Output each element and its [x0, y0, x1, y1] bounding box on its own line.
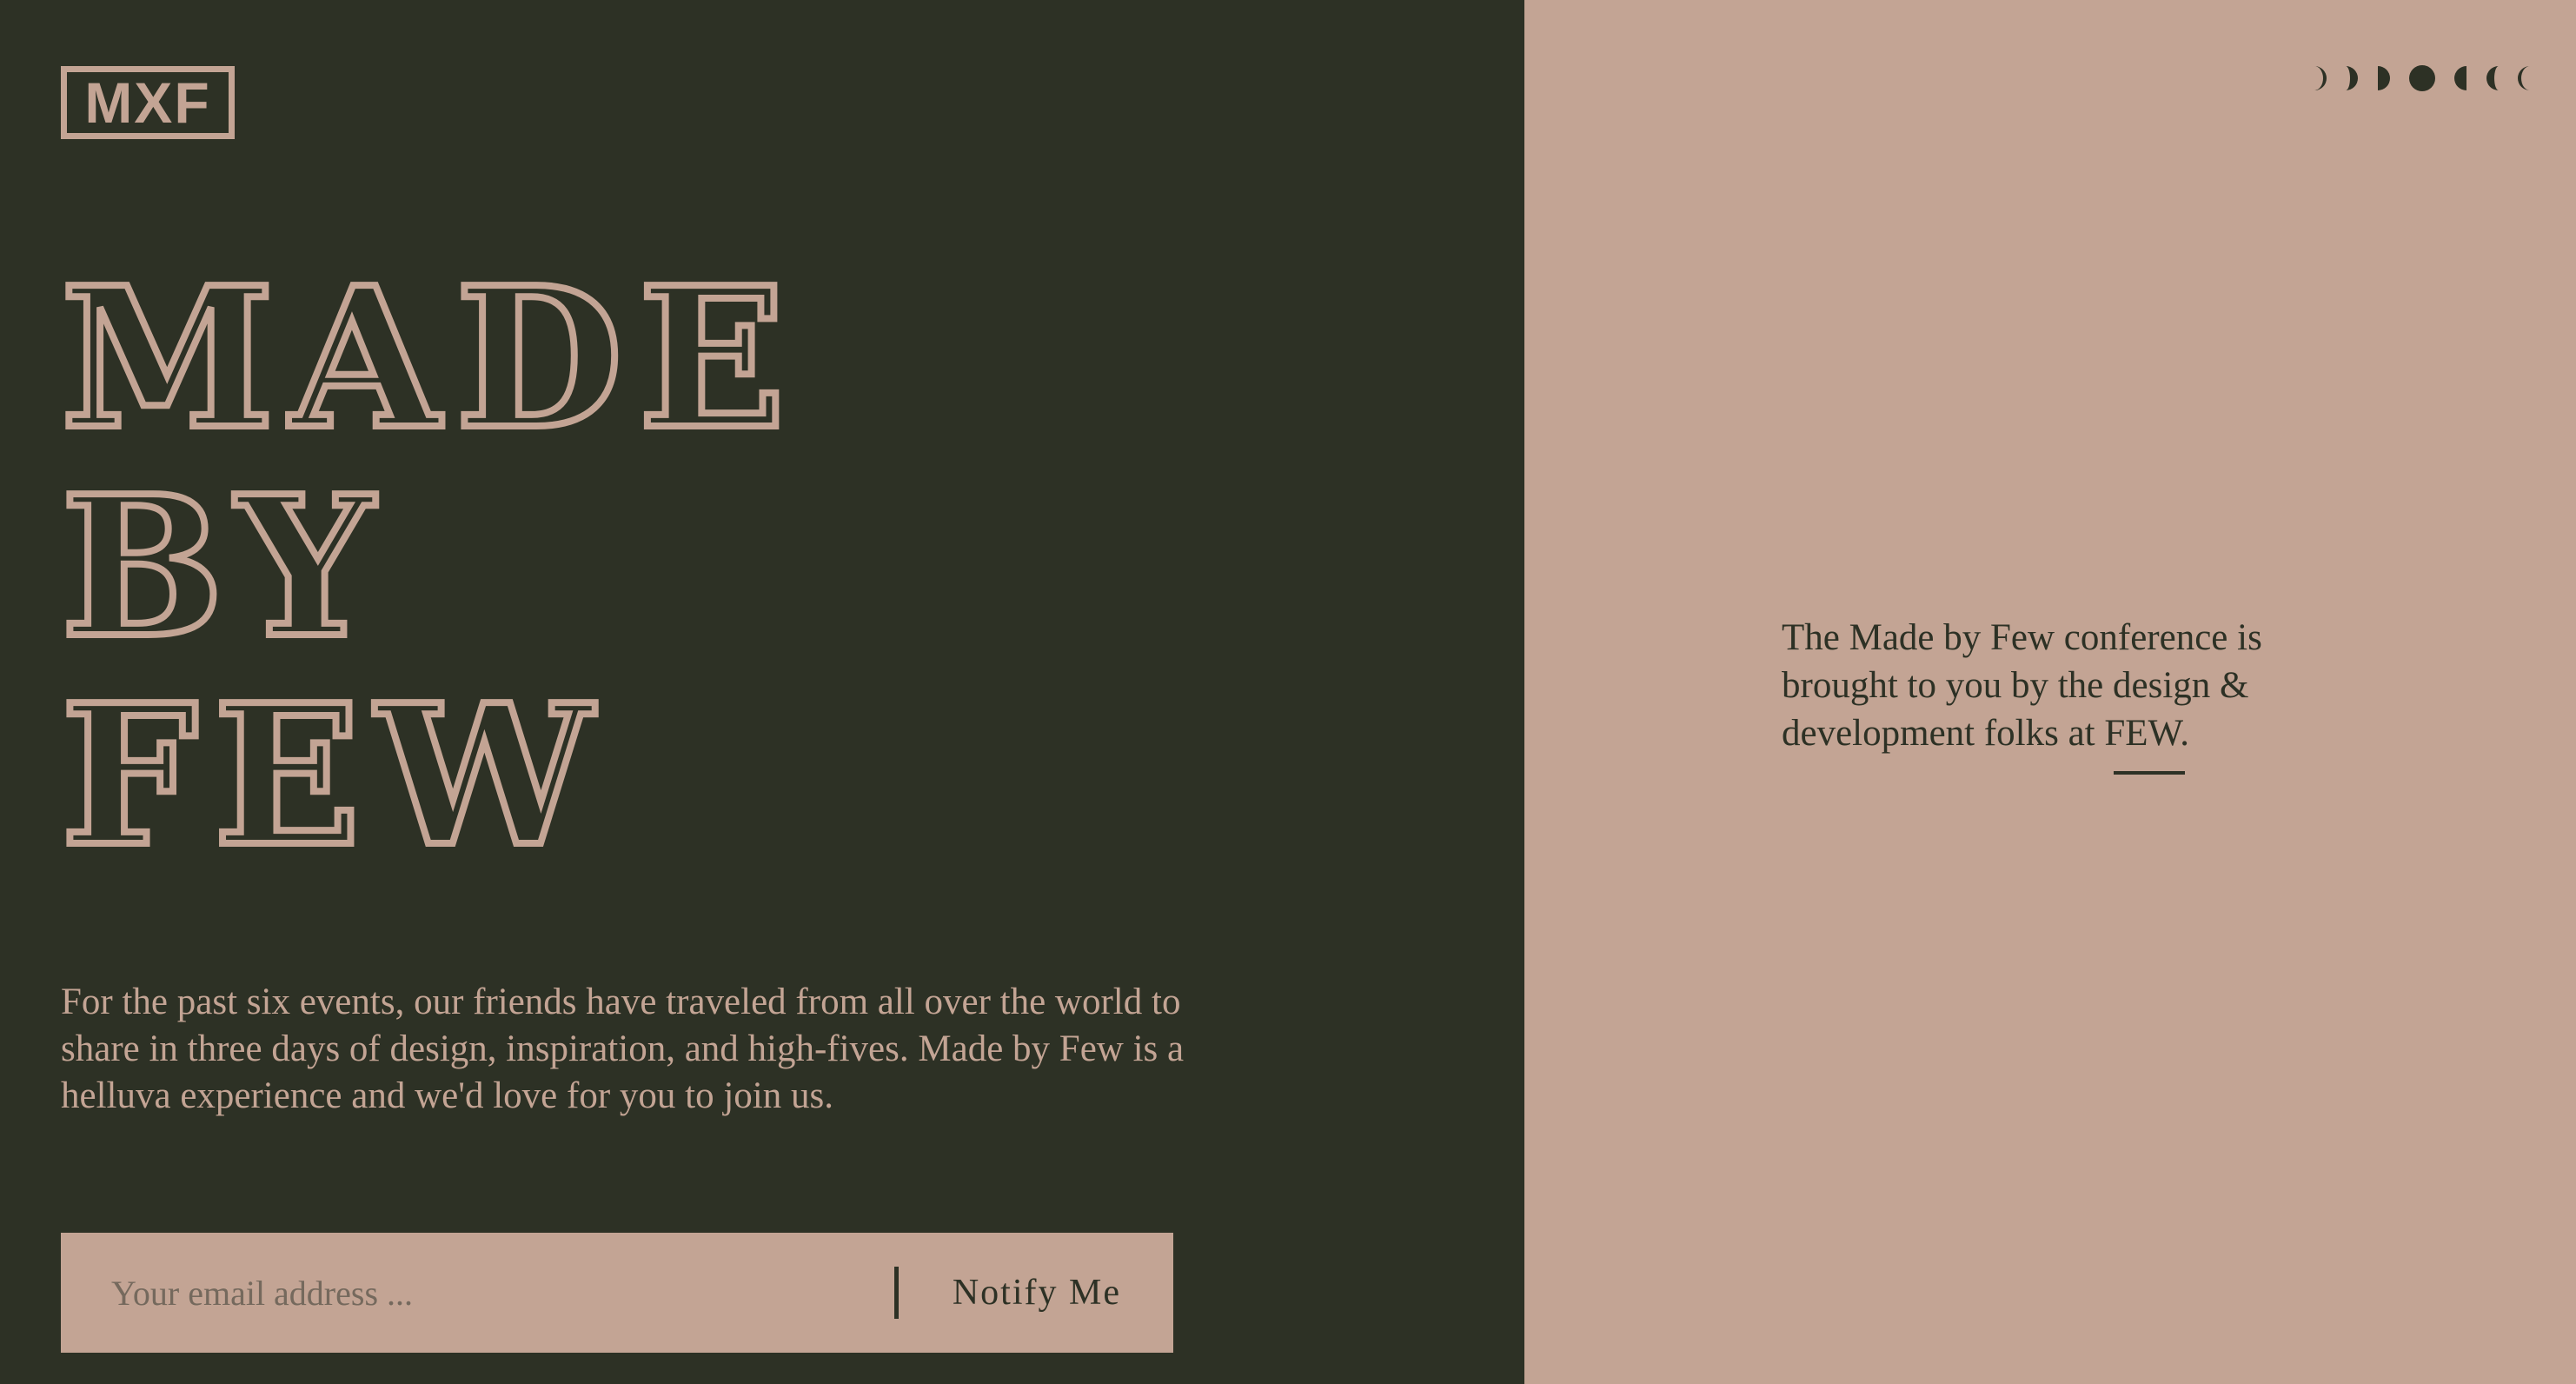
about-underline: [2114, 771, 2185, 775]
headline-line-made: Made: [57, 246, 801, 472]
waxing-crescent-icon[interactable]: [2307, 64, 2334, 92]
headline: Made By Few: [57, 246, 801, 889]
notify-me-button[interactable]: Notify Me: [953, 1272, 1121, 1314]
signup-form: Notify Me: [61, 1233, 1173, 1353]
waning-crescent-icon[interactable]: [2510, 64, 2538, 92]
email-input[interactable]: [61, 1233, 894, 1353]
left-panel: MXF Made By Few For the past six events,…: [0, 0, 1524, 1384]
intro-paragraph: For the past six events, our friends hav…: [61, 981, 1185, 1116]
moon-phase-nav: [2307, 64, 2538, 92]
about-text: The Made by Few conference is brought to…: [1782, 617, 2262, 754]
waxing-gibbous-icon[interactable]: [2374, 64, 2402, 92]
headline-line-by: By: [57, 455, 390, 681]
waxing-half-icon[interactable]: [2340, 64, 2368, 92]
waning-half-icon[interactable]: [2476, 64, 2504, 92]
form-divider: [893, 1267, 899, 1319]
headline-line-few: Few: [57, 663, 609, 889]
full-moon-icon[interactable]: [2408, 64, 2436, 92]
mxf-logo[interactable]: MXF: [61, 66, 235, 139]
waning-gibbous-icon[interactable]: [2442, 64, 2470, 92]
